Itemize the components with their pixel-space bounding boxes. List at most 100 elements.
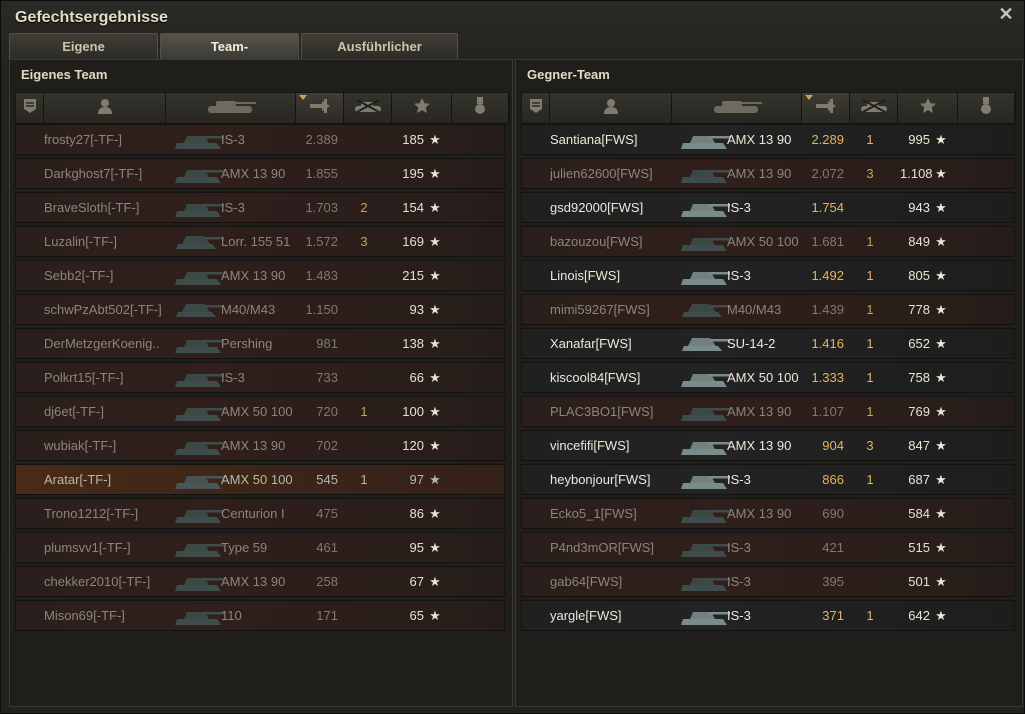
damage-value: 1.492	[811, 268, 844, 283]
tank-name: AMX 13 90	[727, 506, 792, 521]
player-row[interactable]: heybonjour[FWS] IS-3 866 1 687 ★	[521, 464, 1015, 495]
tank-name: SU-14-2	[727, 336, 776, 351]
xp-star-icon: ★	[935, 234, 947, 249]
damage-value: 1.754	[811, 200, 844, 215]
player-name: Aratar[-TF-]	[44, 472, 112, 487]
tank-icon	[681, 578, 730, 591]
tank-name: M40/M43	[727, 302, 782, 317]
player-row[interactable]: gsd92000[FWS] IS-3 1.754 943 ★	[521, 192, 1015, 223]
medal-icon	[474, 96, 486, 120]
player-row[interactable]: Darkghost7[-TF-] AMX 13 90 1.855 195 ★	[15, 158, 505, 189]
player-name: Xanafar[FWS]	[550, 336, 632, 351]
player-name: dj6et[-TF-]	[44, 404, 104, 419]
damage-value: 1.333	[811, 370, 844, 385]
xp-value: 95	[409, 540, 424, 555]
tank-icon	[681, 476, 730, 489]
xp-star-icon: ★	[935, 302, 947, 317]
xp-value: 97	[409, 472, 424, 487]
platoon-icon	[23, 98, 37, 119]
column-header-medal[interactable]	[958, 93, 1015, 123]
column-header-damage[interactable]	[296, 93, 344, 123]
column-header-player[interactable]	[550, 93, 672, 123]
xp-star-icon: ★	[935, 166, 947, 181]
tank-icon	[175, 204, 224, 217]
player-row[interactable]: frosty27[-TF-] IS-3 2.389 185 ★	[15, 124, 505, 155]
own-team-title: Eigenes Team	[21, 67, 108, 82]
player-row[interactable]: chekker2010[-TF-] AMX 13 90 258 67 ★	[15, 566, 505, 597]
player-row[interactable]: plumsvv1[-TF-] Type 59 461 95 ★	[15, 532, 505, 563]
damage-value: 702	[316, 438, 338, 453]
tank-icon	[682, 338, 730, 351]
damage-value: 371	[822, 608, 844, 623]
tank-name: IS-3	[727, 608, 751, 623]
player-row[interactable]: Luzalin[-TF-] Lorr. 155 51 1.572 3 169 ★	[15, 226, 505, 257]
player-row[interactable]: yargle[FWS] IS-3 371 1 642 ★	[521, 600, 1015, 631]
xp-star-icon: ★	[935, 540, 947, 555]
player-row[interactable]: wubiak[-TF-] AMX 13 90 702 120 ★	[15, 430, 505, 461]
player-row[interactable]: gab64[FWS] IS-3 395 501 ★	[521, 566, 1015, 597]
player-row[interactable]: Sebb2[-TF-] AMX 13 90 1.483 215 ★	[15, 260, 505, 291]
player-row[interactable]: bazouzou[FWS] AMX 50 100 1.681 1 849 ★	[521, 226, 1015, 257]
xp-star-icon: ★	[935, 506, 947, 521]
player-row[interactable]: DerMetzgerKoenig.. Pershing 981 138 ★	[15, 328, 505, 359]
close-icon[interactable]: ✕	[998, 5, 1014, 23]
player-row[interactable]: Xanafar[FWS] SU-14-2 1.416 1 652 ★	[521, 328, 1015, 359]
kills-value: 1	[360, 404, 368, 419]
player-name: bazouzou[FWS]	[550, 234, 643, 249]
xp-star-icon: ★	[429, 370, 441, 385]
tab-eigene-auswertung[interactable]: Eigene Auswertung	[9, 33, 158, 80]
column-header-kills[interactable]	[344, 93, 392, 123]
column-header-tank[interactable]	[166, 93, 296, 123]
player-name: gsd92000[FWS]	[550, 200, 644, 215]
player-row[interactable]: Aratar[-TF-] AMX 50 100 545 1 97 ★	[15, 464, 505, 495]
player-row[interactable]: PLAC3BO1[FWS] AMX 13 90 1.107 1 769 ★	[521, 396, 1015, 427]
xp-value: 86	[409, 506, 424, 521]
column-header-medal[interactable]	[452, 93, 509, 123]
column-header-xp[interactable]	[898, 93, 958, 123]
damage-value: 2.389	[305, 132, 338, 147]
player-row[interactable]: julien62600[FWS] AMX 13 90 2.072 3 1.108 ★	[521, 158, 1015, 189]
tab-bar: Eigene Auswertung Team-Auswertung Ausfüh…	[9, 33, 460, 80]
column-header-player[interactable]	[44, 93, 166, 123]
player-row[interactable]: mimi59267[FWS] M40/M43 1.439 1 778 ★	[521, 294, 1015, 325]
player-row[interactable]: Mison69[-TF-] 110 171 65 ★	[15, 600, 505, 631]
tank-icon	[681, 238, 730, 251]
player-row[interactable]: Ecko5_1[FWS] AMX 13 90 690 584 ★	[521, 498, 1015, 529]
player-row[interactable]: vincefifi[FWS] AMX 13 90 904 3 847 ★	[521, 430, 1015, 461]
damage-value: 1.416	[811, 336, 844, 351]
player-row[interactable]: Linois[FWS] IS-3 1.492 1 805 ★	[521, 260, 1015, 291]
damage-value: 258	[316, 574, 338, 589]
xp-value: 138	[402, 336, 424, 351]
tab-team-auswertung[interactable]: Team-Auswertung	[160, 33, 299, 80]
xp-star-icon: ★	[935, 132, 947, 147]
column-header-xp[interactable]	[392, 93, 452, 123]
player-row[interactable]: Polkrt15[-TF-] IS-3 733 66 ★	[15, 362, 505, 393]
tank-icon	[175, 170, 224, 183]
player-row[interactable]: BraveSloth[-TF-] IS-3 1.703 2 154 ★	[15, 192, 505, 223]
tab-ausfuehrlicher-bericht[interactable]: Ausführlicher Bericht	[301, 33, 458, 80]
column-header-platoon[interactable]	[16, 93, 44, 123]
xp-icon	[919, 97, 936, 119]
player-row[interactable]: dj6et[-TF-] AMX 50 100 720 1 100 ★	[15, 396, 505, 427]
enemy-team-rows: Santiana[FWS] AMX 13 90 2.289 1 995 ★ julien62…	[521, 124, 1015, 634]
sort-indicator	[805, 95, 813, 100]
kills-value: 1	[866, 608, 874, 623]
player-name: Trono1212[-TF-]	[44, 506, 139, 521]
xp-star-icon: ★	[935, 370, 947, 385]
column-header-kills[interactable]	[850, 93, 898, 123]
player-row[interactable]: Trono1212[-TF-] Centurion I 475 86 ★	[15, 498, 505, 529]
own-team-panel: Eigenes Team frosty27[-TF-] IS-3 2.389 185 ★…	[9, 59, 513, 707]
player-row[interactable]: kiscool84[FWS] AMX 50 100 1.333 1 758 ★	[521, 362, 1015, 393]
window-title: Gefechtsergebnisse	[15, 9, 168, 26]
player-row[interactable]: P4nd3mOR[FWS] IS-3 421 515 ★	[521, 532, 1015, 563]
player-row[interactable]: Santiana[FWS] AMX 13 90 2.289 1 995 ★	[521, 124, 1015, 155]
tank-icon	[681, 544, 730, 557]
player-name: wubiak[-TF-]	[44, 438, 117, 453]
column-header-platoon[interactable]	[522, 93, 550, 123]
column-header-damage[interactable]	[802, 93, 850, 123]
xp-value: 65	[409, 608, 424, 623]
xp-star-icon: ★	[935, 608, 947, 623]
column-header-tank[interactable]	[672, 93, 802, 123]
xp-value: 169	[402, 234, 424, 249]
player-row[interactable]: schwPzAbt502[-TF-] M40/M43 1.150 93 ★	[15, 294, 505, 325]
